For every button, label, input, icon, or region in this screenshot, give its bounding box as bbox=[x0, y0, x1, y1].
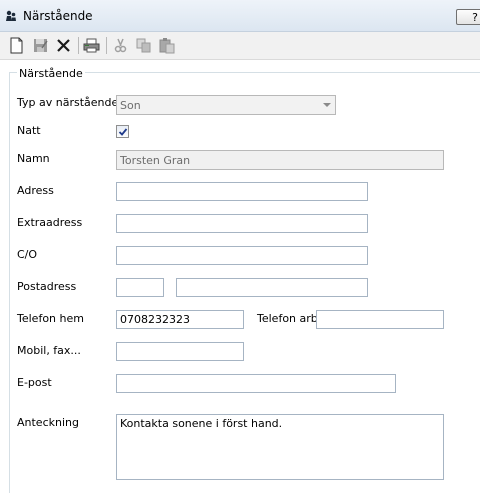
new-document-icon bbox=[10, 37, 23, 54]
note-label: Anteckning bbox=[17, 416, 79, 429]
city-field[interactable] bbox=[176, 278, 368, 297]
window-title: Närstående bbox=[23, 9, 93, 23]
co-field[interactable] bbox=[116, 246, 368, 265]
delete-button[interactable] bbox=[54, 36, 73, 55]
email-label: E-post bbox=[17, 376, 52, 389]
night-checkbox[interactable] bbox=[116, 125, 129, 138]
paste-button[interactable] bbox=[157, 36, 176, 55]
phone-home-label: Telefon hem bbox=[17, 312, 84, 325]
print-icon bbox=[83, 38, 100, 53]
checkmark-icon bbox=[118, 128, 128, 136]
copy-icon bbox=[136, 38, 151, 53]
name-field[interactable] bbox=[116, 150, 444, 170]
phone-home-field[interactable] bbox=[116, 310, 244, 329]
phone-work-field[interactable] bbox=[316, 310, 444, 329]
extra-address-field[interactable] bbox=[116, 214, 368, 233]
relation-type-select[interactable]: Son bbox=[116, 95, 336, 115]
co-label: C/O bbox=[17, 248, 38, 261]
new-document-button[interactable] bbox=[7, 36, 26, 55]
save-icon bbox=[34, 39, 48, 52]
zip-code-field[interactable] bbox=[116, 278, 164, 297]
delete-icon bbox=[57, 39, 70, 52]
extra-address-label: Extraadress bbox=[17, 216, 83, 229]
email-field[interactable] bbox=[116, 374, 396, 393]
mobile-fax-label: Mobil, fax... bbox=[17, 344, 81, 357]
address-field[interactable] bbox=[116, 182, 368, 201]
title-bar: Närstående ? bbox=[0, 0, 480, 32]
toolbar bbox=[0, 32, 480, 60]
save-button[interactable] bbox=[31, 36, 50, 55]
cut-icon bbox=[114, 38, 127, 53]
chevron-down-icon bbox=[323, 103, 331, 107]
app-icon bbox=[6, 10, 16, 21]
print-button[interactable] bbox=[82, 36, 101, 55]
toolbar-separator bbox=[78, 37, 79, 54]
copy-button[interactable] bbox=[134, 36, 153, 55]
phone-work-label: Telefon arb bbox=[257, 312, 318, 325]
relation-type-value: Son bbox=[120, 99, 141, 112]
toolbar-separator bbox=[106, 37, 107, 54]
note-textarea[interactable]: Kontakta sonene i först hand. bbox=[116, 414, 444, 480]
mobile-fax-field[interactable] bbox=[116, 342, 244, 361]
name-label: Namn bbox=[17, 152, 50, 165]
relation-type-label: Typ av närstående bbox=[17, 96, 119, 109]
paste-icon bbox=[159, 38, 175, 54]
postal-address-label: Postadress bbox=[17, 280, 77, 293]
night-label: Natt bbox=[17, 124, 41, 137]
address-label: Adress bbox=[17, 184, 54, 197]
help-button[interactable]: ? bbox=[456, 9, 480, 25]
group-title: Närstående bbox=[17, 67, 85, 80]
cut-button[interactable] bbox=[111, 36, 130, 55]
